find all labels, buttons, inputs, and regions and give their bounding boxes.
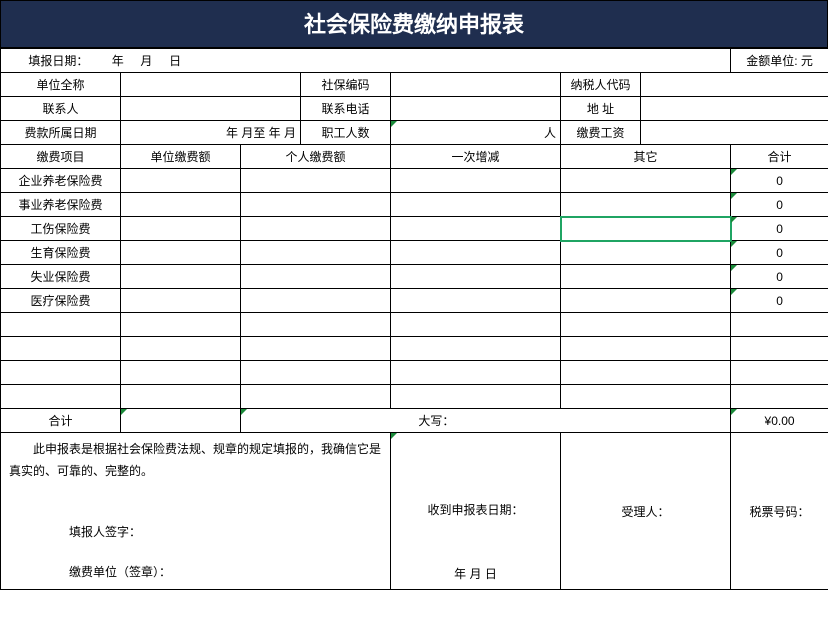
cell-once[interactable]	[391, 241, 561, 265]
item-label: 工伤保险费	[1, 217, 121, 241]
cell-once[interactable]	[391, 169, 561, 193]
amount-unit: 金额单位: 元	[731, 49, 828, 73]
cell-pers[interactable]	[241, 193, 391, 217]
hdr-item: 缴费项目	[1, 145, 121, 169]
handler-box: 受理人：	[561, 433, 731, 590]
row-empty	[1, 337, 828, 361]
row-contact: 联系人 联系电话 地 址	[1, 97, 828, 121]
input-ss-code[interactable]	[391, 73, 561, 97]
hdr-unit-pay: 单位缴费额	[121, 145, 241, 169]
fill-date-cell: 填报日期： 年 月 日	[1, 49, 731, 73]
cell-unit[interactable]	[121, 241, 241, 265]
cell-unit[interactable]	[121, 289, 241, 313]
cell-total: 0	[731, 193, 828, 217]
input-contact[interactable]	[121, 97, 301, 121]
item-label: 医疗保险费	[1, 289, 121, 313]
hdr-pers-pay: 个人缴费额	[241, 145, 391, 169]
cell-unit[interactable]	[121, 193, 241, 217]
row-item-3: 生育保险费 0	[1, 241, 828, 265]
tax-no-box: 税票号码：	[731, 433, 828, 590]
row-empty	[1, 313, 828, 337]
row-declaration: 此申报表是根据社会保险费法规、规章的规定填报的，我确信它是真实的、可靠的、完整的…	[1, 433, 828, 590]
cell-pers[interactable]	[241, 289, 391, 313]
label-emp-count: 职工人数	[301, 121, 391, 145]
cell-total: 0	[731, 169, 828, 193]
input-emp-count[interactable]: 人	[391, 121, 561, 145]
item-label: 生育保险费	[1, 241, 121, 265]
sum-unit	[121, 409, 241, 433]
row-item-4: 失业保险费 0	[1, 265, 828, 289]
item-label: 企业养老保险费	[1, 169, 121, 193]
label-wage: 缴费工资	[561, 121, 641, 145]
cell-once[interactable]	[391, 217, 561, 241]
label-period: 费款所属日期	[1, 121, 121, 145]
hdr-other: 其它	[561, 145, 731, 169]
cell-once[interactable]	[391, 265, 561, 289]
row-empty	[1, 385, 828, 409]
cell-total: 0	[731, 289, 828, 313]
input-addr[interactable]	[641, 97, 828, 121]
cell-unit[interactable]	[121, 265, 241, 289]
recv-date-box: 收到申报表日期： 年 月 日	[391, 433, 561, 590]
label-org-name: 单位全称	[1, 73, 121, 97]
item-label: 事业养老保险费	[1, 193, 121, 217]
row-org: 单位全称 社保编码 纳税人代码	[1, 73, 828, 97]
row-item-0: 企业养老保险费 0	[1, 169, 828, 193]
label-ss-code: 社保编码	[301, 73, 391, 97]
cell-other-selected[interactable]	[561, 217, 731, 241]
cell-other[interactable]	[561, 241, 731, 265]
item-label: 失业保险费	[1, 265, 121, 289]
input-org-name[interactable]	[121, 73, 301, 97]
label-contact: 联系人	[1, 97, 121, 121]
form-table: 填报日期： 年 月 日 金额单位: 元 单位全称 社保编码 纳税人代码 联系人 …	[0, 48, 828, 590]
cell-unit[interactable]	[121, 217, 241, 241]
row-empty	[1, 361, 828, 385]
cell-unit[interactable]	[121, 169, 241, 193]
declaration-text-box: 此申报表是根据社会保险费法规、规章的规定填报的，我确信它是真实的、可靠的、完整的…	[1, 433, 391, 590]
cell-pers[interactable]	[241, 241, 391, 265]
label-tax-code: 纳税人代码	[561, 73, 641, 97]
hdr-total: 合计	[731, 145, 828, 169]
input-wage[interactable]	[641, 121, 828, 145]
sum-daxie: 大写：	[241, 409, 731, 433]
row-item-1: 事业养老保险费 0	[1, 193, 828, 217]
cell-pers[interactable]	[241, 265, 391, 289]
label-phone: 联系电话	[301, 97, 391, 121]
row-item-2: 工伤保险费 0	[1, 217, 828, 241]
cell-other[interactable]	[561, 289, 731, 313]
cell-other[interactable]	[561, 265, 731, 289]
cell-total: 0	[731, 241, 828, 265]
row-period: 费款所属日期 年 月至 年 月 职工人数 人 缴费工资	[1, 121, 828, 145]
input-phone[interactable]	[391, 97, 561, 121]
cell-total: 0	[731, 217, 828, 241]
input-tax-code[interactable]	[641, 73, 828, 97]
input-period[interactable]: 年 月至 年 月	[121, 121, 301, 145]
sum-total: ¥0.00	[731, 409, 828, 433]
row-headers: 缴费项目 单位缴费额 个人缴费额 一次增减 其它 合计	[1, 145, 828, 169]
cell-once[interactable]	[391, 289, 561, 313]
cell-other[interactable]	[561, 169, 731, 193]
row-sum: 合计 大写： ¥0.00	[1, 409, 828, 433]
cell-once[interactable]	[391, 193, 561, 217]
cell-total: 0	[731, 265, 828, 289]
hdr-once: 一次增减	[391, 145, 561, 169]
form-title: 社会保险费缴纳申报表	[0, 0, 828, 48]
cell-other[interactable]	[561, 193, 731, 217]
cell-pers[interactable]	[241, 217, 391, 241]
sum-label: 合计	[1, 409, 121, 433]
row-item-5: 医疗保险费 0	[1, 289, 828, 313]
row-fill-date: 填报日期： 年 月 日 金额单位: 元	[1, 49, 828, 73]
label-addr: 地 址	[561, 97, 641, 121]
cell-pers[interactable]	[241, 169, 391, 193]
